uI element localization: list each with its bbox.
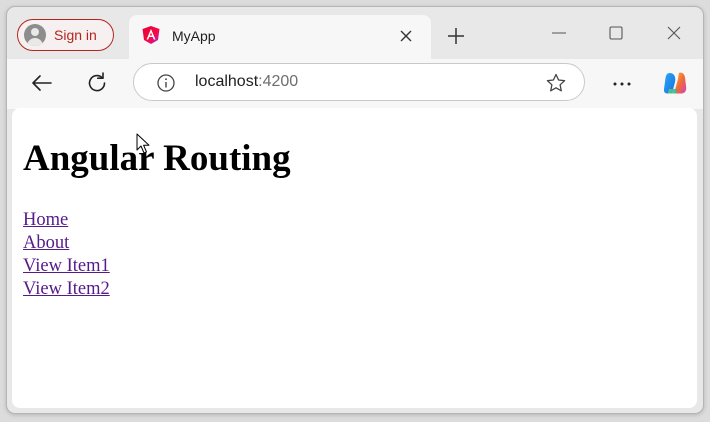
window-close-icon[interactable] xyxy=(662,21,686,45)
minimize-icon[interactable] xyxy=(547,21,571,45)
page-viewport: Angular Routing Home About View Item1 Vi… xyxy=(12,108,697,408)
reload-icon[interactable] xyxy=(84,70,110,96)
maximize-icon[interactable] xyxy=(604,21,628,45)
info-icon[interactable] xyxy=(156,73,176,93)
back-arrow-icon[interactable] xyxy=(29,70,55,96)
nav-link-view-item1[interactable]: View Item1 xyxy=(23,255,110,278)
url-text[interactable]: localhost:4200 xyxy=(195,73,298,91)
person-icon xyxy=(24,24,46,46)
toolbar: localhost:4200 xyxy=(7,59,703,109)
angular-icon xyxy=(142,26,160,44)
copilot-icon[interactable] xyxy=(661,69,689,97)
star-icon[interactable] xyxy=(545,72,567,94)
nav-links: Home About View Item1 View Item2 xyxy=(23,209,110,301)
url-host: localhost xyxy=(195,73,259,90)
url-port: :4200 xyxy=(258,73,299,90)
mouse-cursor-icon xyxy=(136,133,150,154)
address-bar[interactable]: localhost:4200 xyxy=(133,63,585,101)
tab-title: MyApp xyxy=(172,28,216,44)
nav-link-home[interactable]: Home xyxy=(23,209,110,232)
plus-icon[interactable] xyxy=(445,25,467,47)
nav-link-about[interactable]: About xyxy=(23,232,110,255)
more-icon[interactable] xyxy=(610,72,634,96)
browser-window: Sign in MyApp localhost:4200 Angular Rou… xyxy=(6,6,704,414)
sign-in-label: Sign in xyxy=(54,27,97,43)
close-icon[interactable] xyxy=(398,28,414,44)
sign-in-button[interactable]: Sign in xyxy=(17,19,114,51)
tab-strip: Sign in MyApp xyxy=(7,7,703,60)
tab-myapp[interactable]: MyApp xyxy=(129,15,431,60)
nav-link-view-item2[interactable]: View Item2 xyxy=(23,278,110,301)
page-title: Angular Routing xyxy=(23,138,291,179)
